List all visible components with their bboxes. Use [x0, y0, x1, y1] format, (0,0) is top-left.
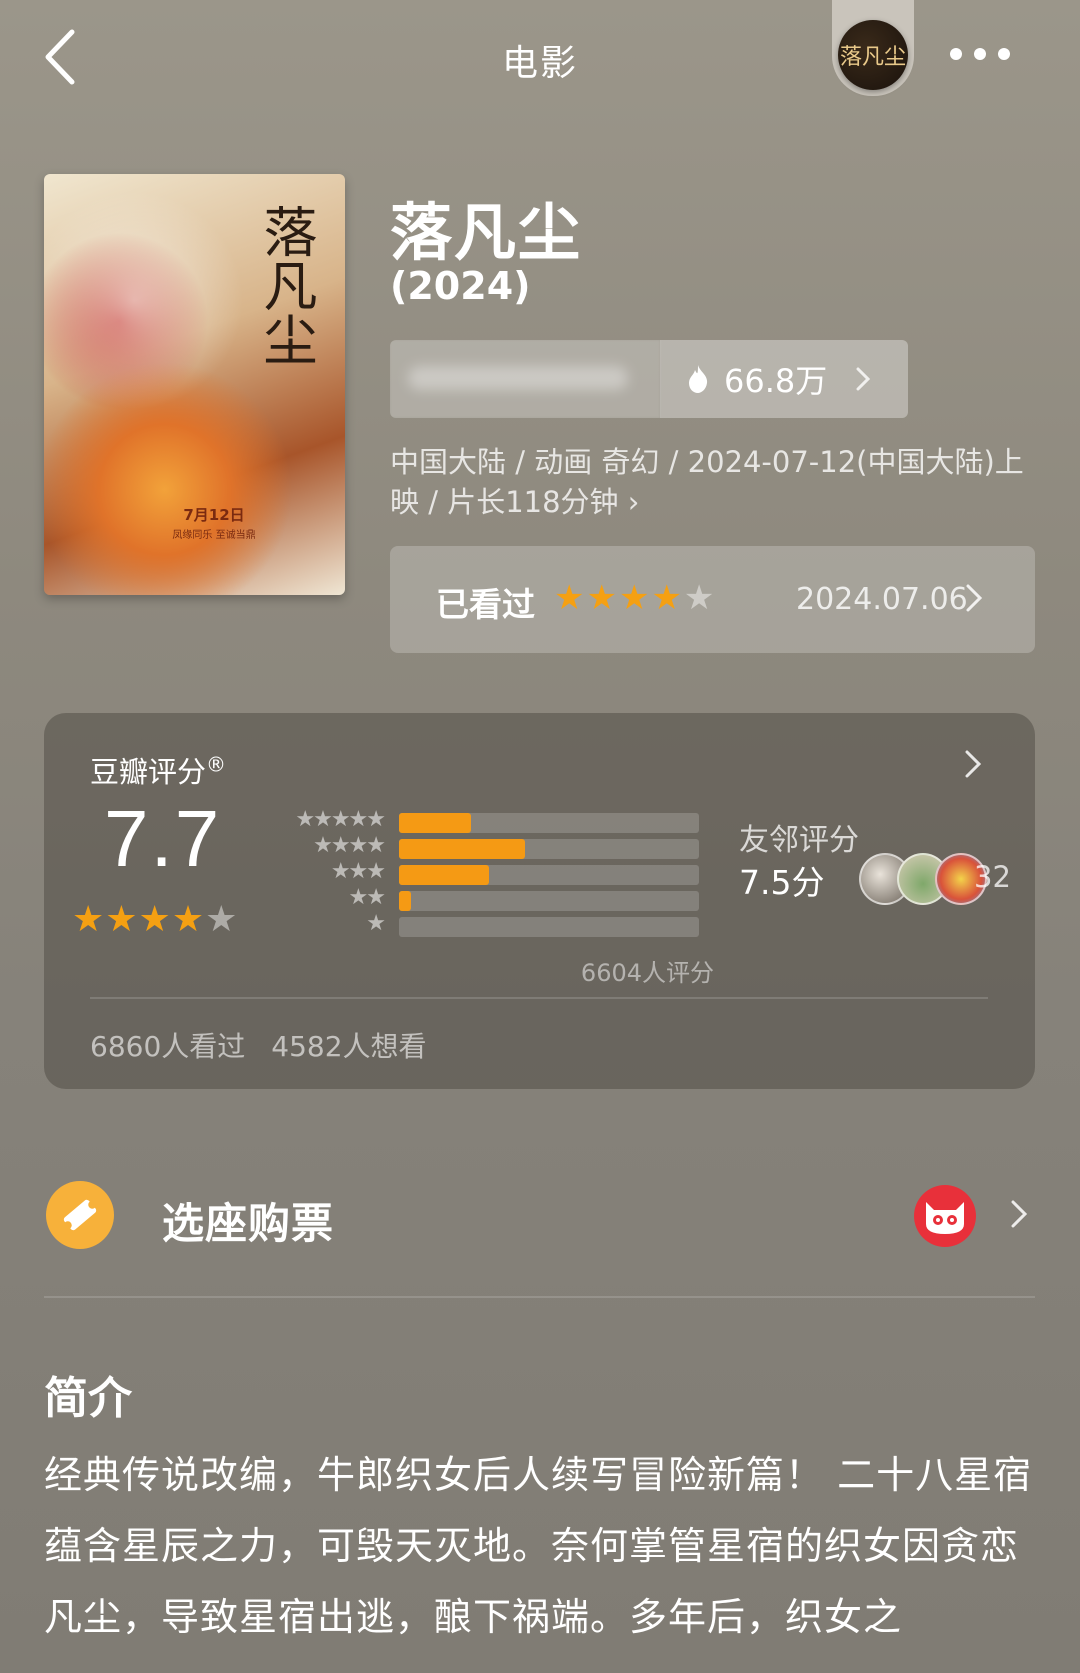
chevron-right-icon[interactable] [964, 749, 982, 779]
intro-text: 经典传说改编，牛郎织女后人续写冒险新篇！ 二十八星宿蕴含星辰之力，可毁天灭地。奈… [44, 1453, 1033, 1639]
want-count[interactable]: 4582人想看 [271, 1030, 426, 1063]
watched-status[interactable]: 已看过 ★★★★★ 2024.07.06 [390, 546, 1035, 653]
movie-title: 落凡尘 [390, 196, 583, 269]
stat-box[interactable]: 66.8万 [390, 340, 908, 418]
dist-bar-track [399, 813, 699, 833]
ticket-label[interactable]: 选座购票 [162, 1190, 334, 1251]
rating-dist-row: ★★★★★ [274, 807, 699, 835]
dist-bar-track [399, 865, 699, 885]
dist-bar-track [399, 917, 699, 937]
watched-label: 已看过 [436, 585, 535, 624]
divider [44, 1296, 1035, 1298]
dist-bar-fill [399, 865, 489, 885]
dist-stars: ★ [366, 911, 386, 936]
poster-date: 7月12日 [183, 506, 245, 524]
ticket-icon[interactable] [46, 1181, 114, 1249]
rating-dist-row: ★★ [274, 885, 699, 913]
dist-stars: ★★★★ [313, 833, 386, 858]
mini-poster-thumbnail[interactable]: 落凡尘 [838, 20, 908, 90]
heat-stat[interactable]: 66.8万 [660, 340, 908, 418]
cat-logo-icon[interactable] [914, 1185, 976, 1247]
rating-label: 豆瓣评分® [90, 752, 227, 789]
dist-stars: ★★ [348, 885, 386, 910]
dist-bar-fill [399, 839, 525, 859]
fire-icon [689, 365, 708, 393]
rating-stars: ★★★★★ [72, 899, 239, 940]
ticket-glyph-icon [63, 1199, 97, 1231]
friend-count: 32 [974, 860, 1011, 894]
mini-poster-text: 落凡尘 [839, 45, 906, 70]
dist-bar-fill [399, 891, 411, 911]
rating-card[interactable]: 豆瓣评分® 7.7 ★★★★★ 6604人评分 友邻评分 7.5分 32 686… [44, 713, 1035, 1089]
blurred-stat [390, 340, 660, 418]
chevron-right-icon [966, 584, 983, 612]
chevron-right-icon[interactable] [1010, 1198, 1028, 1230]
friend-rating-label: 友邻评分 [739, 823, 859, 858]
friend-avatars[interactable] [859, 853, 987, 905]
audience-counts: 6860人看过 4582人想看 [90, 1025, 427, 1065]
intro-title: 简介 [44, 1373, 132, 1424]
movie-year: (2024) [390, 264, 531, 308]
dist-stars: ★★★★★ [295, 807, 386, 832]
poster-tagline: 凤缘同乐 至诚当鼎 [172, 530, 256, 541]
movie-poster[interactable]: 落凡尘 7月12日 凤缘同乐 至诚当鼎 [44, 174, 345, 595]
chevron-right-icon [856, 367, 871, 391]
rating-dist-row: ★ [274, 911, 699, 939]
friend-rating-score: 7.5分 [739, 863, 825, 902]
rating-score: 7.7 [104, 794, 222, 883]
dist-bar-fill [399, 813, 471, 833]
rating-dist-row: ★★★ [274, 859, 699, 887]
watched-stars: ★★★★★ [554, 578, 717, 618]
nav-title: 电影 [501, 43, 578, 84]
divider [90, 997, 988, 999]
movie-meta[interactable]: 中国大陆 / 动画 奇幻 / 2024-07-12(中国大陆)上映 / 片长11… [390, 442, 1030, 522]
rating-total: 6604人评分 [580, 959, 714, 987]
more-dots-icon[interactable] [950, 48, 1016, 64]
dist-bar-track [399, 891, 699, 911]
heat-value: 66.8万 [724, 362, 828, 400]
cat-face-icon [926, 1202, 964, 1234]
dist-stars: ★★★ [330, 859, 386, 884]
watched-count[interactable]: 6860人看过 [90, 1030, 245, 1063]
poster-title: 落凡尘 [254, 204, 317, 366]
dist-bar-track [399, 839, 699, 859]
rating-dist-row: ★★★★ [274, 833, 699, 861]
watched-date: 2024.07.06 [796, 582, 968, 617]
